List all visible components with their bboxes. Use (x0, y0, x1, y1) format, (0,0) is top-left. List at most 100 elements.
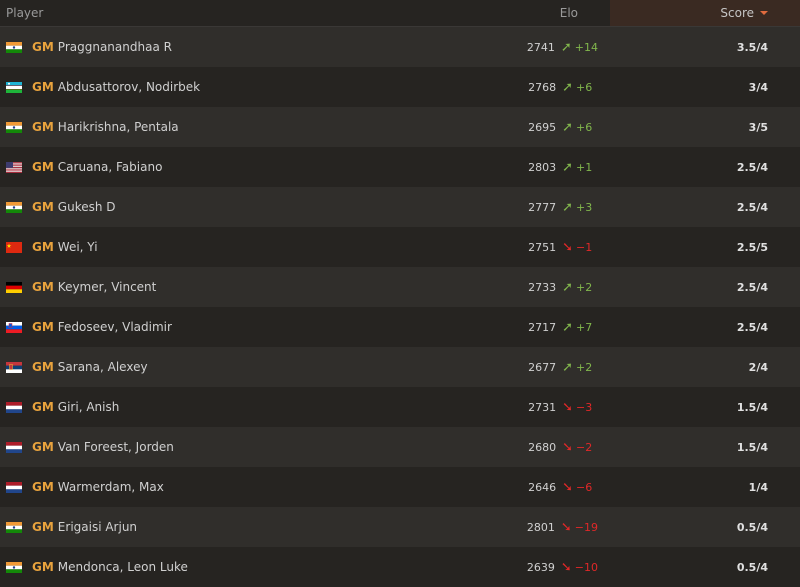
rating-down-arrow-icon: ➘ (561, 520, 572, 535)
score-cell: 3/5 (610, 121, 800, 134)
table-row[interactable]: GM Erigaisi Arjun 2801➘−190.5/4 (0, 507, 800, 547)
rating-up-arrow-icon: ➚ (562, 280, 573, 295)
player-column-header[interactable]: Player (0, 6, 490, 20)
table-row[interactable]: GMGiri, Anish2731➘−31.5/4 (0, 387, 800, 427)
standings-table: Player Elo Score GM Praggnanandhaa R 2741 ➚… (0, 0, 800, 587)
player-name[interactable]: Caruana, Fabiano (58, 160, 163, 174)
table-row[interactable]: GMWarmerdam, Max2646➘−61/4 (0, 467, 800, 507)
elo-rating: 2741 (527, 41, 555, 54)
score-cell: 2.5/4 (610, 281, 800, 294)
rating-change: +2 (576, 361, 598, 374)
player-name[interactable]: Keymer, Vincent (58, 280, 157, 294)
player-name[interactable]: Mendonca, Leon Luke (58, 560, 188, 574)
table-row[interactable]: GMAbdusattorov, Nodirbek2768➚+63/4 (0, 67, 800, 107)
table-row[interactable]: GMWei, Yi2751➘−12.5/5 (0, 227, 800, 267)
table-row[interactable]: GMSarana, Alexey2677➚+22/4 (0, 347, 800, 387)
rating-down-arrow-icon: ➘ (562, 240, 573, 255)
player-title: GM (32, 520, 54, 534)
elo-rating: 2731 (528, 401, 556, 414)
rating-up-arrow-icon: ➚ (562, 120, 573, 135)
rating-up-arrow-icon: ➚ (562, 320, 573, 335)
player-cell: GMWarmerdam, Max (0, 480, 300, 494)
elo-rating: 2768 (528, 81, 556, 94)
player-cell: GM Caruana, Fabiano (0, 160, 300, 174)
player-title: GM (32, 320, 54, 334)
netherlands-flag-icon (6, 402, 22, 413)
elo-cell: 2801➘−19 (300, 520, 610, 535)
player-name[interactable]: Wei, Yi (58, 240, 98, 254)
player-title: GM (32, 240, 54, 254)
rating-down-arrow-icon: ➘ (561, 560, 572, 575)
table-row[interactable]: GM Van Foreest, Jorden 2680➘−21.5/4 (0, 427, 800, 467)
player-name[interactable]: Abdusattorov, Nodirbek (58, 80, 200, 94)
elo-cell: 2717➚+7 (300, 320, 610, 335)
score-cell: 1/4 (610, 481, 800, 494)
score-cell: 3/4 (610, 81, 800, 94)
rating-change: +14 (575, 41, 598, 54)
score-cell: 0.5/4 (610, 561, 800, 574)
player-title: GM (32, 160, 54, 174)
elo-cell: 2646➘−6 (300, 480, 610, 495)
india-flag-icon (6, 42, 22, 53)
player-name[interactable]: Harikrishna, Pentala (58, 120, 179, 134)
player-name[interactable]: Gukesh D (58, 200, 116, 214)
table-row[interactable]: GM Keymer, Vincent 2733 ➚+2 2.5/4 (0, 267, 800, 307)
elo-rating: 2777 (528, 201, 556, 214)
netherlands-flag-icon (6, 442, 22, 453)
player-name[interactable]: Warmerdam, Max (58, 480, 164, 494)
player-name[interactable]: Praggnanandhaa R (58, 40, 172, 54)
table-body: GMPraggnanandhaa R2741➚+143.5/4GMAbdusat… (0, 27, 800, 587)
usa-flag-icon (6, 162, 22, 173)
table-row[interactable]: GMMendonca, Leon Luke2639➘−100.5/4 (0, 547, 800, 587)
player-cell: GMGiri, Anish (0, 400, 300, 414)
india-flag-icon (6, 122, 22, 133)
player-name[interactable]: Erigaisi Arjun (58, 520, 137, 534)
player-cell: GM Praggnanandhaa R (0, 40, 300, 54)
player-name[interactable]: Giri, Anish (58, 400, 120, 414)
elo-cell: 2680➘−2 (300, 440, 610, 455)
score-header-label: Score (720, 6, 754, 20)
player-title: GM (32, 40, 54, 54)
elo-column-header[interactable]: Elo (490, 6, 610, 20)
player-title: GM (32, 360, 54, 374)
player-cell: GM Wei, Yi (0, 240, 300, 254)
elo-cell: 2639➘−10 (300, 560, 610, 575)
rating-up-arrow-icon: ➚ (562, 360, 573, 375)
elo-rating: 2646 (528, 481, 556, 494)
table-row[interactable]: GM Caruana, Fabiano 2803➚+12.5/4 (0, 147, 800, 187)
rating-change: +2 (576, 281, 598, 294)
player-title: GM (32, 280, 54, 294)
score-column-header[interactable]: Score (610, 0, 800, 26)
player-cell: GM Harikrishna, Pentala (0, 120, 300, 134)
elo-cell: 2777➚+3 (300, 200, 610, 215)
score-cell: 2.5/4 (610, 321, 800, 334)
elo-cell: 2803➚+1 (300, 160, 610, 175)
rating-change: −19 (575, 521, 598, 534)
rating-change: +7 (576, 321, 598, 334)
player-cell: GM Keymer, Vincent (0, 280, 300, 294)
table-row[interactable]: GMPraggnanandhaa R2741➚+143.5/4 (0, 27, 800, 67)
elo-rating: 2733 (528, 281, 556, 294)
rating-change: −6 (576, 481, 598, 494)
player-title: GM (32, 440, 54, 454)
rating-change: +3 (576, 201, 598, 214)
player-name[interactable]: Fedoseev, Vladimir (58, 320, 172, 334)
rating-change: +1 (576, 161, 598, 174)
rating-change: +6 (576, 81, 598, 94)
player-cell: GMAbdusattorov, Nodirbek (0, 80, 300, 94)
elo-cell: 2695➚+6 (300, 120, 610, 135)
score-cell: 0.5/4 (610, 521, 800, 534)
table-row[interactable]: GM Harikrishna, Pentala 2695➚+63/5 (0, 107, 800, 147)
player-name[interactable]: Sarana, Alexey (58, 360, 148, 374)
rating-down-arrow-icon: ➘ (562, 400, 573, 415)
table-row[interactable]: GMGukesh D2777➚+32.5/4 (0, 187, 800, 227)
china-flag-icon (6, 242, 22, 253)
score-cell: 1.5/4 (610, 441, 800, 454)
player-title: GM (32, 120, 54, 134)
score-cell: 3.5/4 (610, 41, 800, 54)
player-title: GM (32, 200, 54, 214)
score-cell: 2.5/4 (610, 161, 800, 174)
rating-up-arrow-icon: ➚ (562, 160, 573, 175)
table-row[interactable]: GM Fedoseev, Vladimir 2717➚+72.5/4 (0, 307, 800, 347)
player-name[interactable]: Van Foreest, Jorden (58, 440, 174, 454)
